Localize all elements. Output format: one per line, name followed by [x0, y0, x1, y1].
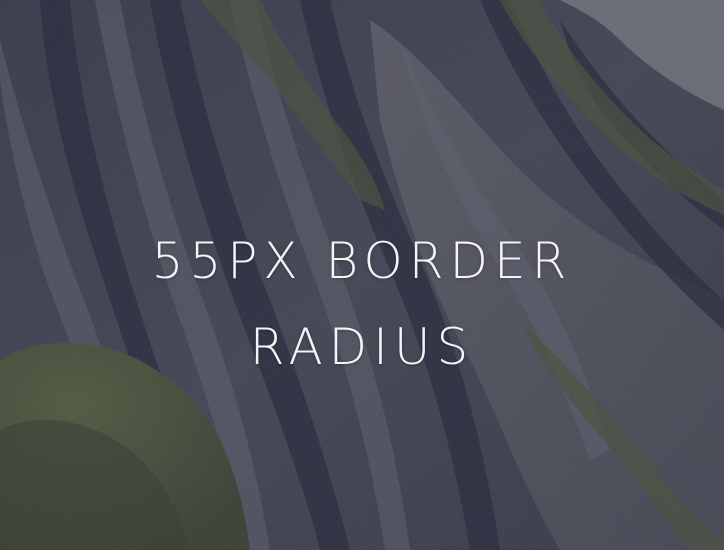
- caption-line-2: RADIUS: [249, 318, 475, 376]
- hero-caption: 55PX BORDER RADIUS: [0, 218, 724, 390]
- hero-image: 55PX BORDER RADIUS: [0, 0, 724, 550]
- caption-line-1: 55PX BORDER: [151, 232, 573, 290]
